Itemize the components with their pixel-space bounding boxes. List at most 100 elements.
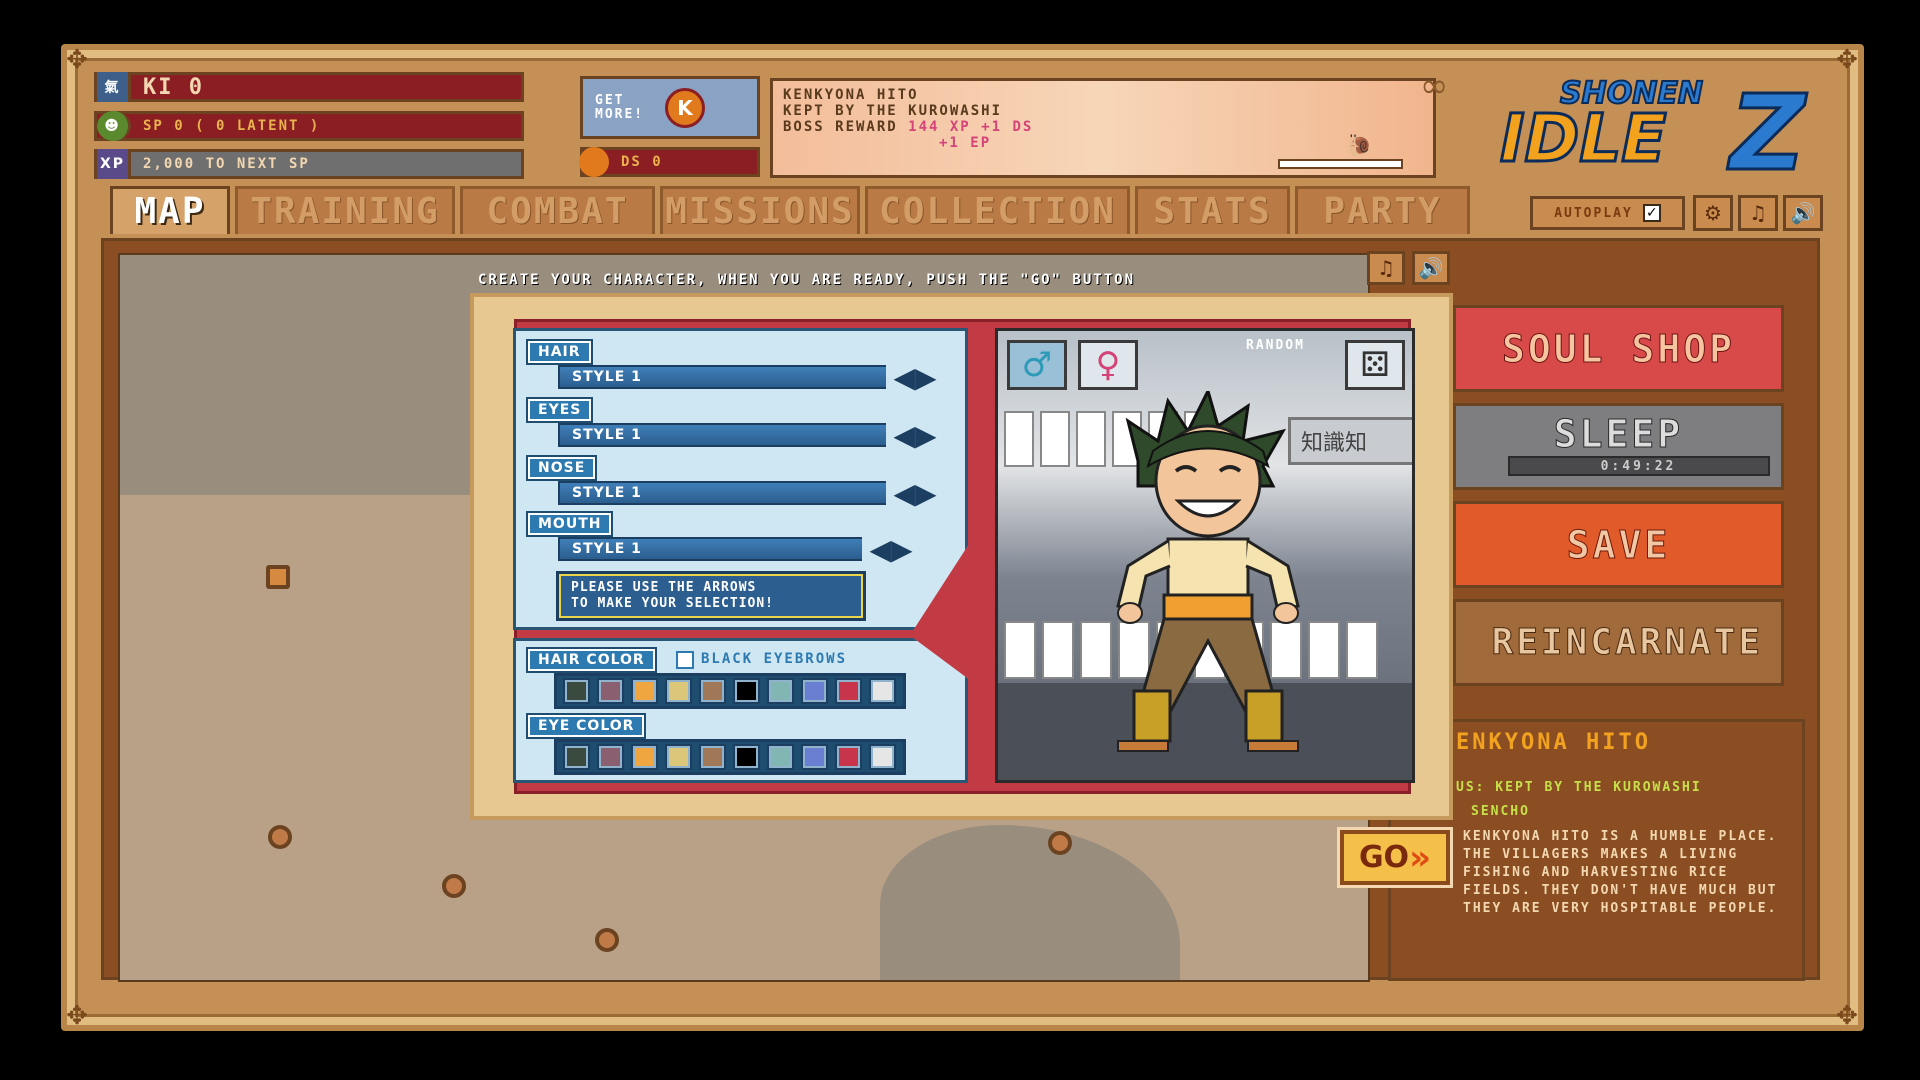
feature-panel: HAIR STYLE 1 ◀▶ EYES STYLE 1 ◀▶ NOSE STY… (513, 328, 968, 630)
color-swatch[interactable] (631, 678, 658, 704)
eye-color-label: EYE COLOR (528, 715, 645, 737)
ds-bar: DS 0 (579, 147, 760, 177)
corner-ornament-icon: ✥ (66, 45, 88, 75)
color-swatch[interactable] (835, 678, 862, 704)
color-swatch[interactable] (665, 678, 692, 704)
logo-z: Z (1728, 71, 1806, 196)
sound-toggle-icon[interactable]: 🔊 (1783, 195, 1823, 231)
color-swatch[interactable] (767, 744, 794, 770)
sleep-timer: 0:49:22 (1507, 456, 1770, 476)
eyes-arrows-icon[interactable]: ◀▶ (886, 419, 944, 452)
color-swatch[interactable] (869, 744, 896, 770)
dragon-ornament-icon: ∞ (1420, 66, 1449, 106)
eyes-label: EYES (528, 399, 592, 421)
black-eyebrows-label: BLACK EYEBROWS (701, 651, 848, 667)
info-description: KENKYONA HITO IS A HUMBLE PLACE. THE VIL… (1463, 829, 1778, 916)
ki-icon: 氣 (97, 72, 131, 102)
boss-holder: KEPT BY THE KUROWASHI (783, 103, 1003, 119)
boss-reward-prefix: BOSS REWARD (783, 119, 898, 135)
map-location-marker[interactable] (1048, 831, 1072, 855)
hair-style-bar: STYLE 1 (558, 365, 888, 389)
go-button[interactable]: GO» (1340, 830, 1450, 885)
map-location-marker[interactable] (268, 825, 292, 849)
boss-location: KENKYONA HITO (783, 87, 919, 103)
tab-stats[interactable]: STATS (1135, 186, 1290, 234)
hair-color-label: HAIR COLOR (528, 649, 655, 671)
color-panel: HAIR COLOR BLACK EYEBROWS EYE COLOR (513, 638, 968, 783)
color-swatch[interactable] (869, 678, 896, 704)
sp-bar: ☻ SP 0 ( 0 LATENT ) (94, 111, 524, 141)
corner-ornament-icon: ✥ (66, 1001, 88, 1031)
random-dice-icon[interactable]: ⚄ (1345, 340, 1405, 390)
tab-party[interactable]: PARTY (1295, 186, 1470, 234)
mouth-style-bar: STYLE 1 (558, 537, 864, 561)
go-label: GO (1358, 840, 1410, 875)
modal-instruction: CREATE YOUR CHARACTER, WHEN YOU ARE READ… (478, 272, 1136, 288)
get-more-button[interactable]: GET MORE! K (580, 76, 760, 139)
tab-training[interactable]: TRAINING (235, 186, 455, 234)
boss-panel: KENKYONA HITO KEPT BY THE KUROWASHI BOSS… (770, 78, 1436, 178)
autoplay-toggle[interactable]: AUTOPLAY ✓ (1530, 196, 1685, 230)
double-chevron-right-icon: » (1409, 837, 1432, 878)
color-swatch[interactable] (597, 678, 624, 704)
tab-combat[interactable]: COMBAT (460, 186, 655, 234)
color-swatch[interactable] (563, 678, 590, 704)
color-swatch[interactable] (801, 744, 828, 770)
kong-coin-icon: K (665, 87, 705, 128)
settings-gear-icon[interactable]: ⚙ (1693, 195, 1733, 231)
info-status: US: KEPT BY THE KUROWASHI (1456, 780, 1702, 795)
xp-bar: XP 2,000 TO NEXT SP (94, 149, 524, 179)
info-title: ENKYONA HITO (1456, 730, 1651, 755)
snail-icon: 🐌 (1345, 134, 1373, 159)
mouth-arrows-icon[interactable]: ◀▶ (862, 533, 920, 566)
tab-map[interactable]: MAP (110, 186, 230, 234)
hint-line-2: TO MAKE YOUR SELECTION! (571, 596, 775, 611)
tab-collection[interactable]: COLLECTION (865, 186, 1130, 234)
map-location-marker[interactable] (266, 565, 290, 589)
soul-shop-button[interactable]: SOUL SHOP (1453, 305, 1784, 392)
sp-label: SP 0 ( 0 LATENT ) (143, 118, 321, 134)
color-swatch[interactable] (835, 744, 862, 770)
character-sprite (1116, 391, 1300, 752)
tab-missions[interactable]: MISSIONS (660, 186, 860, 234)
map-location-marker[interactable] (442, 874, 466, 898)
color-swatch[interactable] (699, 744, 726, 770)
nose-label: NOSE (528, 457, 596, 479)
ds-coin-icon (579, 147, 609, 177)
nose-arrows-icon[interactable]: ◀▶ (886, 477, 944, 510)
color-swatch[interactable] (597, 744, 624, 770)
eye-color-swatches (554, 739, 906, 775)
female-icon[interactable]: ♀ (1078, 340, 1138, 390)
black-eyebrows-checkbox[interactable] (676, 651, 694, 669)
color-swatch[interactable] (631, 744, 658, 770)
color-swatch[interactable] (665, 744, 692, 770)
color-swatch[interactable] (699, 678, 726, 704)
info-sub: SENCHO (1471, 804, 1530, 819)
reincarnate-button[interactable]: REINCARNATE (1453, 599, 1784, 686)
music-toggle-icon[interactable]: ♫ (1738, 195, 1778, 231)
color-swatch[interactable] (733, 678, 760, 704)
modal-music-icon[interactable]: ♫ (1367, 251, 1405, 285)
color-swatch[interactable] (563, 744, 590, 770)
random-label: RANDOM (1246, 338, 1305, 353)
character-preview: 知識知 ♂ ♀ RANDOM ⚄ (995, 328, 1415, 783)
logo-main: IDLE (1498, 99, 1667, 179)
eyes-style-bar: STYLE 1 (558, 423, 888, 447)
sp-icon: ☻ (97, 111, 131, 141)
color-swatch[interactable] (801, 678, 828, 704)
autoplay-checkbox[interactable]: ✓ (1642, 204, 1661, 222)
color-swatch[interactable] (733, 744, 760, 770)
corner-ornament-icon: ✥ (1836, 45, 1858, 75)
color-swatch[interactable] (767, 678, 794, 704)
hair-color-swatches (554, 673, 906, 709)
map-location-marker[interactable] (595, 928, 619, 952)
male-icon[interactable]: ♂ (1007, 340, 1067, 390)
modal-sound-icon[interactable]: 🔊 (1412, 251, 1450, 285)
save-button[interactable]: SAVE (1453, 501, 1784, 588)
corner-ornament-icon: ✥ (1836, 1001, 1858, 1031)
sleep-label: SLEEP (1553, 412, 1684, 457)
xp-icon: XP (97, 149, 131, 179)
sleep-button[interactable]: SLEEP 0:49:22 (1453, 403, 1784, 490)
hair-arrows-icon[interactable]: ◀▶ (886, 361, 944, 394)
autoplay-label: AUTOPLAY (1554, 205, 1633, 221)
